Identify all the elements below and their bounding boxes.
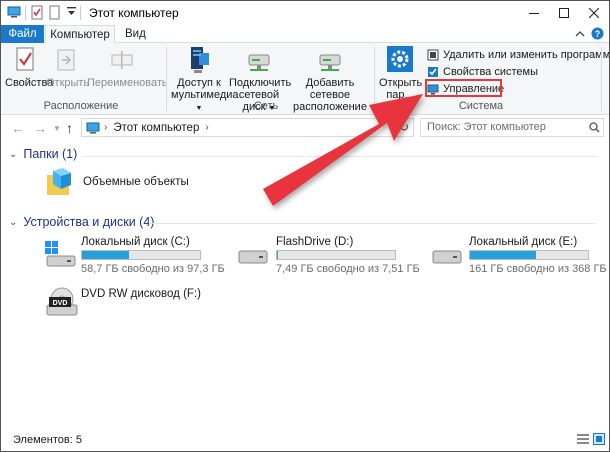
search-icon[interactable] [589, 122, 600, 136]
drive-usage-bar [276, 250, 396, 260]
drive-usage-fill [470, 251, 537, 259]
properties-icon [5, 45, 45, 75]
folders-header-label: Папки (1) [23, 147, 78, 161]
section-divider [81, 156, 596, 157]
computer-icon [7, 6, 21, 18]
group-separator [601, 47, 602, 111]
back-arrow-icon[interactable]: ← [11, 120, 25, 136]
details-view-icon[interactable] [577, 433, 589, 445]
tab-computer[interactable]: Компьютер [45, 25, 115, 44]
devices-section-header[interactable]: ⌄ Устройства и диски (4) [9, 215, 154, 229]
help-icon[interactable]: ? [591, 27, 604, 43]
properties-button[interactable]: Свойства [5, 45, 53, 89]
open-settings-label-2: пар... [386, 89, 414, 101]
up-arrow-icon[interactable]: ↑ [66, 120, 73, 136]
folder-name: Объемные объекты [83, 176, 189, 188]
drive-usage-bar [81, 250, 201, 260]
group-label-network: Сеть [253, 100, 279, 112]
drive-free-space: 161 ГБ свободно из 368 ГБ [469, 263, 607, 275]
divider [25, 6, 26, 20]
navigation-bar: ← → ▼ ↑ › Этот компьютер › ↻ Поиск: Этот… [1, 115, 609, 141]
media-access-button[interactable]: Доступ к мультимедиа ▼ [171, 45, 239, 115]
svg-text:?: ? [595, 29, 601, 39]
new-folder-quick-access-icon[interactable] [49, 5, 60, 20]
3d-objects-folder-icon [45, 167, 75, 204]
uninstall-program-button[interactable]: Удалить или изменить программу [427, 47, 610, 62]
title-bar: Этот компьютер [1, 1, 609, 25]
maximize-button[interactable] [549, 1, 579, 25]
collapse-ribbon-icon[interactable] [575, 29, 585, 41]
devices-header-label: Устройства и диски (4) [23, 215, 155, 229]
add-location-label-1: Добавить сетевое [305, 77, 355, 101]
open-icon [46, 45, 86, 75]
tab-view[interactable]: Вид [117, 25, 154, 43]
close-button[interactable] [579, 1, 609, 25]
chevron-down-icon[interactable]: ⌄ [9, 149, 17, 160]
drive-free-space: 7,49 ГБ свободно из 7,51 ГБ [276, 263, 420, 275]
drive-name: Локальный диск (E:) [469, 236, 578, 248]
group-separator [374, 47, 375, 111]
system-properties-button[interactable]: Свойства системы [427, 64, 538, 79]
minimize-button[interactable] [519, 1, 549, 25]
drive-name: Локальный диск (C:) [81, 236, 190, 248]
status-item-count: Элементов: 5 [13, 434, 82, 446]
uninstall-icon [427, 49, 439, 60]
open-settings-label-1: Открыть [379, 77, 423, 89]
forward-arrow-icon[interactable]: → [33, 120, 47, 136]
open-button[interactable]: Открыть [46, 45, 90, 89]
map-drive-label-1: Подключить [229, 77, 292, 89]
computer-icon [86, 122, 100, 134]
rename-label: Переименовать [87, 77, 168, 89]
uninstall-label: Удалить или изменить программу [443, 48, 610, 61]
refresh-icon[interactable]: ↻ [399, 120, 409, 134]
group-label-system: Система [458, 100, 504, 112]
media-server-icon [171, 45, 227, 75]
address-bar[interactable]: › Этот компьютер › ↻ [81, 118, 414, 137]
local-drive-icon [431, 247, 465, 272]
breadcrumb-chevron-icon[interactable]: › [205, 122, 208, 133]
search-input[interactable]: Поиск: Этот компьютер [420, 118, 604, 137]
drive-free-space: 58,7 ГБ свободно из 97,3 ГБ [81, 263, 225, 275]
dropdown-icon: ▼ [195, 105, 203, 112]
properties-quick-access-icon[interactable] [31, 5, 43, 20]
open-label: Открыть [46, 77, 90, 89]
divider [80, 6, 81, 20]
group-separator [166, 47, 167, 111]
explorer-window: Этот компьютер Файл Компьютер Вид ? Свой… [0, 0, 610, 452]
svg-text:DVD: DVD [53, 300, 68, 307]
large-icons-view-icon[interactable] [593, 433, 605, 445]
network-drive-icon [229, 45, 289, 75]
drive-name: DVD RW дисковод (F:) [81, 288, 201, 300]
drive-name: FlashDrive (D:) [276, 236, 354, 248]
section-divider [149, 223, 596, 224]
drive-usage-fill [82, 251, 130, 259]
breadcrumb-chevron-icon[interactable]: › [104, 122, 107, 133]
manage-highlight-box [425, 79, 502, 97]
chevron-down-icon[interactable]: ⌄ [9, 217, 17, 228]
open-settings-button[interactable]: Открыть пар... [379, 45, 423, 101]
rename-icon [87, 45, 157, 75]
system-properties-icon [428, 66, 438, 77]
system-properties-label: Свойства системы [443, 65, 539, 78]
window-title: Этот компьютер [89, 6, 179, 20]
group-label-location: Расположение [43, 100, 119, 112]
windows-drive-icon [43, 239, 77, 274]
flash-drive-icon [237, 247, 271, 272]
drive-usage-bar [469, 250, 589, 260]
quick-access-dropdown-icon[interactable] [67, 7, 76, 17]
settings-gear-icon [379, 45, 421, 75]
breadcrumb[interactable]: Этот компьютер [113, 122, 199, 134]
tab-file[interactable]: Файл [1, 25, 44, 43]
folders-section-header[interactable]: ⌄ Папки (1) [9, 147, 77, 161]
media-access-label-1: Доступ к [177, 77, 221, 89]
ribbon: Свойства Открыть Переименовать Расположе… [1, 43, 609, 115]
ribbon-tabs: Файл Компьютер Вид ? [1, 25, 609, 44]
dvd-drive-icon: DVD [45, 285, 79, 322]
rename-button[interactable]: Переименовать [87, 45, 168, 89]
add-network-location-icon [291, 45, 369, 75]
recent-dropdown-icon[interactable]: ▼ [53, 124, 61, 133]
